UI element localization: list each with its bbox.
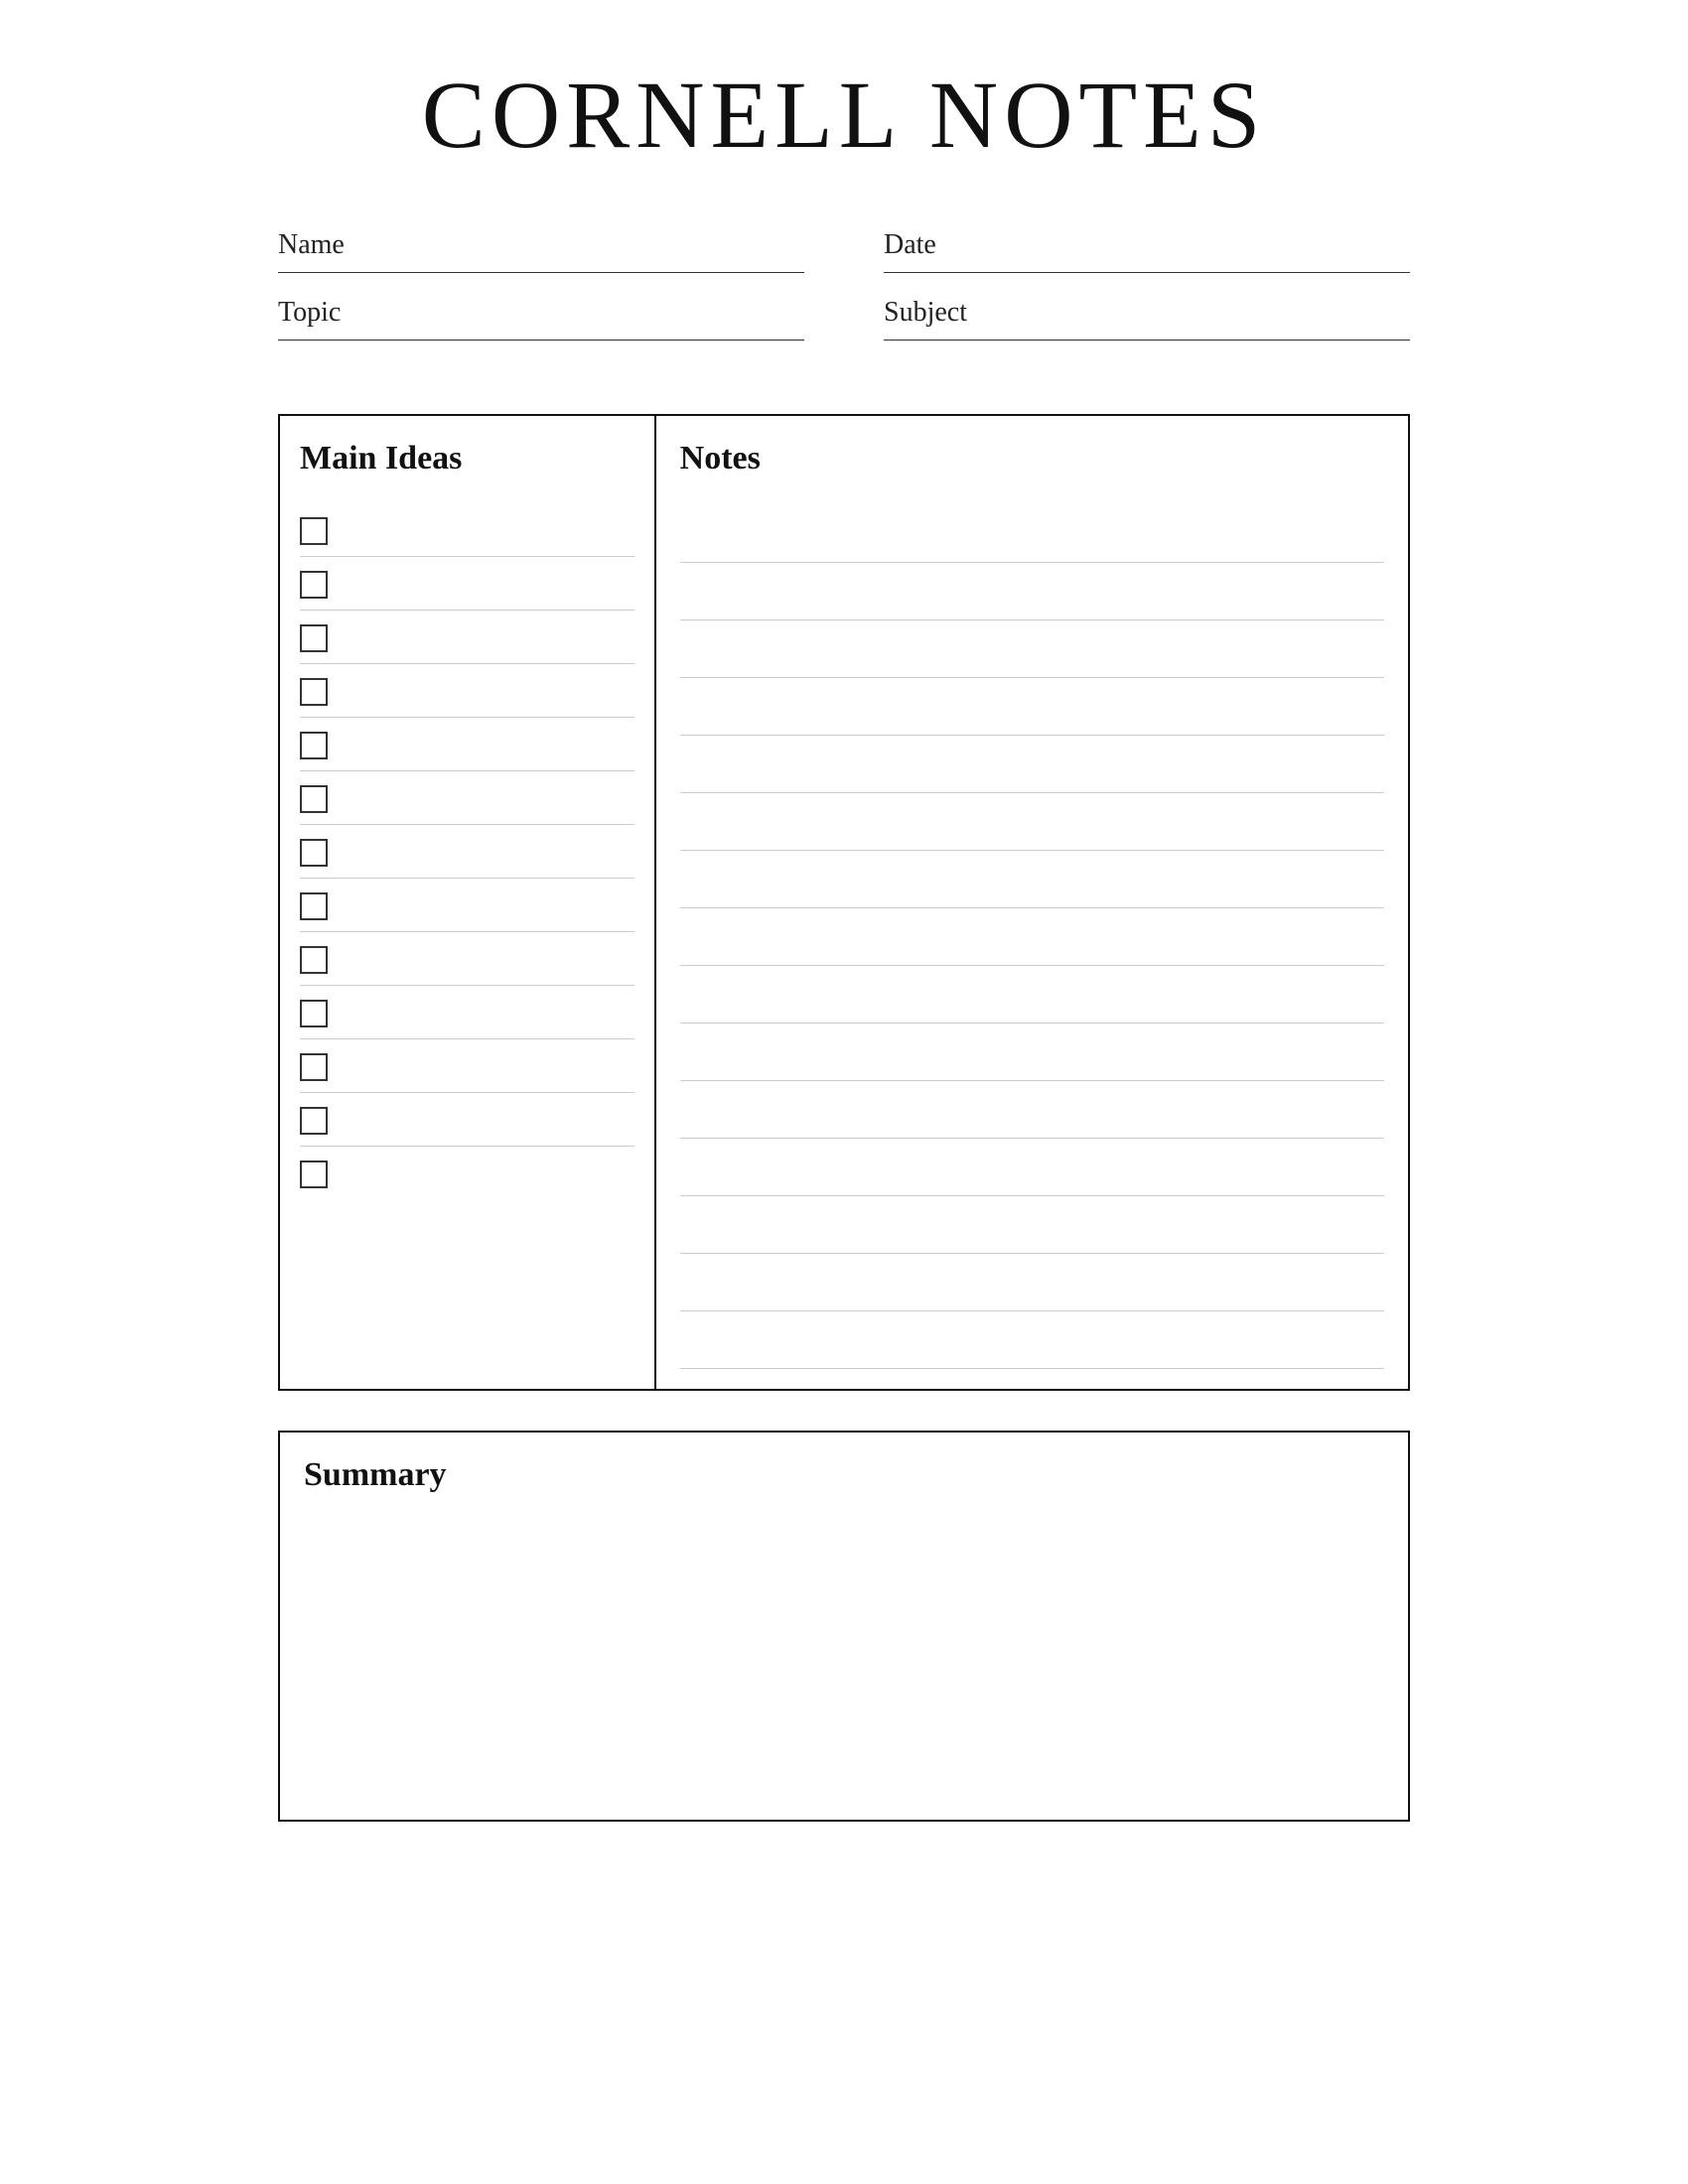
topic-field-row: Topic <box>278 297 804 341</box>
checkbox-item[interactable] <box>300 720 634 771</box>
checkbox-box[interactable] <box>300 1107 328 1135</box>
checkbox-item[interactable] <box>300 505 634 557</box>
name-label: Name <box>278 229 804 261</box>
topic-label: Topic <box>278 297 804 329</box>
checkbox-box[interactable] <box>300 1053 328 1081</box>
note-line <box>680 563 1384 620</box>
note-line <box>680 851 1384 908</box>
page-title: Cornell Notes <box>278 60 1410 170</box>
note-line <box>680 505 1384 563</box>
main-ideas-panel: Main Ideas <box>280 416 656 1389</box>
summary-content <box>304 1522 1384 1800</box>
note-line <box>680 966 1384 1024</box>
checkbox-item[interactable] <box>300 773 634 825</box>
header-fields: Name Date Topic Subject <box>278 229 1410 364</box>
checkbox-box[interactable] <box>300 517 328 545</box>
main-ideas-title: Main Ideas <box>300 440 634 478</box>
notes-panel: Notes <box>656 416 1408 1389</box>
subject-field-row: Subject <box>884 297 1410 341</box>
checkbox-item[interactable] <box>300 988 634 1039</box>
subject-underline <box>884 333 1410 341</box>
date-underline <box>884 265 1410 273</box>
checkbox-list <box>300 505 634 1202</box>
note-line <box>680 793 1384 851</box>
main-section: Main Ideas Notes <box>278 414 1410 1391</box>
note-line <box>680 1311 1384 1369</box>
summary-title: Summary <box>304 1456 1384 1494</box>
checkbox-box[interactable] <box>300 785 328 813</box>
checkbox-item[interactable] <box>300 827 634 879</box>
checkbox-item[interactable] <box>300 1041 634 1093</box>
name-underline <box>278 265 804 273</box>
checkbox-item[interactable] <box>300 666 634 718</box>
checkbox-box[interactable] <box>300 678 328 706</box>
note-line <box>680 1024 1384 1081</box>
checkbox-item[interactable] <box>300 934 634 986</box>
note-line <box>680 1139 1384 1196</box>
note-line <box>680 1196 1384 1254</box>
checkbox-item[interactable] <box>300 881 634 932</box>
checkbox-box[interactable] <box>300 892 328 920</box>
date-field-row: Date <box>884 229 1410 273</box>
checkbox-box[interactable] <box>300 571 328 599</box>
checkbox-box[interactable] <box>300 1000 328 1027</box>
note-line <box>680 678 1384 736</box>
checkbox-item[interactable] <box>300 559 634 611</box>
subject-label: Subject <box>884 297 1410 329</box>
note-line <box>680 620 1384 678</box>
topic-underline <box>278 333 804 341</box>
checkbox-box[interactable] <box>300 839 328 867</box>
checkbox-item[interactable] <box>300 1095 634 1147</box>
date-label: Date <box>884 229 1410 261</box>
summary-section: Summary <box>278 1431 1410 1822</box>
note-line <box>680 736 1384 793</box>
note-line <box>680 1254 1384 1311</box>
notes-title: Notes <box>680 440 1384 478</box>
note-line <box>680 1081 1384 1139</box>
checkbox-box[interactable] <box>300 946 328 974</box>
note-line <box>680 908 1384 966</box>
name-field-row: Name <box>278 229 804 273</box>
checkbox-item[interactable] <box>300 613 634 664</box>
checkbox-box[interactable] <box>300 1160 328 1188</box>
page: Cornell Notes Name Date Topic Subject Ma… <box>199 0 1489 2184</box>
checkbox-item[interactable] <box>300 1149 634 1200</box>
checkbox-box[interactable] <box>300 732 328 759</box>
notes-lines <box>680 505 1384 1369</box>
checkbox-box[interactable] <box>300 624 328 652</box>
